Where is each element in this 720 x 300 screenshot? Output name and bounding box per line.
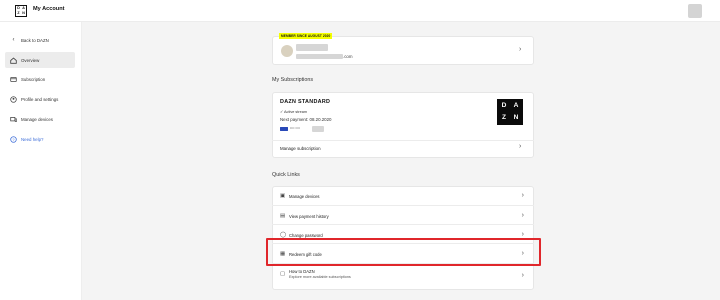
sidebar-item-devices[interactable]: Manage devices	[5, 111, 75, 127]
sidebar-item-profile[interactable]: Profile and settings	[5, 91, 75, 107]
sidebar-item-label: Back to DAZN	[21, 37, 49, 43]
quick-link-label: How to DAZN	[289, 269, 315, 274]
help-icon: ?	[10, 135, 17, 143]
quick-link-how-to-dazn[interactable]: ▢ How to DAZN Explore more available sub…	[272, 263, 534, 289]
member-since-badge: MEMBER SINCE AUGUST 2020	[279, 33, 333, 39]
quick-link-redeem-gift-code[interactable]: ▦ Redeem gift code ›	[272, 243, 534, 265]
visa-card-icon	[280, 127, 288, 131]
plan-name: DAZN STANDARD	[280, 99, 331, 105]
redacted-email	[296, 54, 343, 59]
top-bar: D A Z N My Account	[0, 0, 720, 22]
sidebar-item-label: Overview	[21, 57, 40, 63]
logo-letter: N	[513, 114, 519, 121]
manage-subscription-link[interactable]: Manage subscription	[280, 146, 321, 151]
status-badge: ✓ Active stream	[280, 110, 308, 114]
tv-icon: ▢	[280, 271, 286, 277]
redacted-card	[312, 126, 324, 132]
subscriptions-title: My Subscriptions	[272, 77, 314, 83]
receipt-icon: ▤	[280, 213, 286, 219]
logo-letter: D	[501, 102, 507, 109]
chevron-right-icon: ›	[521, 250, 524, 257]
devices-icon: ▣	[280, 193, 286, 199]
chevron-right-icon: ›	[519, 46, 522, 53]
devices-icon	[10, 116, 17, 123]
email-suffix: .com	[343, 54, 353, 59]
sidebar-item-label: Need help?	[21, 136, 44, 142]
dazn-logo: D A Z N	[497, 99, 523, 125]
sidebar-item-label: Manage devices	[21, 116, 53, 122]
quick-link-label: Redeem gift code	[289, 252, 322, 257]
avatar	[281, 45, 293, 57]
quick-links-title: Quick Links	[272, 172, 300, 178]
chevron-right-icon: ›	[521, 231, 524, 238]
gift-icon: ▦	[280, 251, 286, 257]
dazn-logo[interactable]: D A Z N	[15, 5, 27, 17]
logo-letter: A	[513, 102, 519, 109]
sidebar-item-subscription[interactable]: Subscription	[5, 71, 75, 87]
svg-text:?: ?	[12, 137, 14, 141]
logo-letter: Z	[501, 114, 507, 121]
sidebar-item-help[interactable]: ? Need help?	[5, 131, 75, 147]
next-payment: Next payment: 08.20.2020	[280, 117, 332, 122]
quick-link-label: View payment history	[289, 214, 329, 219]
quick-link-label: Change password	[289, 233, 323, 238]
chevron-right-icon: ›	[519, 143, 522, 150]
lock-icon: ◯	[280, 232, 287, 238]
page-title: My Account	[33, 6, 65, 12]
chevron-right-icon: ›	[521, 212, 524, 219]
sidebar-item-label: Profile and settings	[21, 96, 59, 102]
logo-letter: N	[22, 11, 25, 15]
divider	[272, 140, 534, 141]
quick-link-sublabel: Explore more available subscriptions	[289, 275, 351, 279]
sidebar: ‹ Back to DAZN Overview Subscription Pro…	[0, 22, 82, 300]
redacted-name	[296, 44, 328, 51]
card-number: •••• ••••	[290, 126, 300, 130]
card-icon	[10, 76, 17, 83]
home-icon	[10, 56, 17, 64]
sidebar-item-overview[interactable]: Overview	[5, 52, 75, 68]
quick-link-label: Manage devices	[289, 194, 320, 199]
chevron-right-icon: ›	[521, 192, 524, 199]
chevron-right-icon: ›	[521, 272, 524, 279]
sidebar-item-label: Subscription	[21, 76, 46, 82]
sidebar-item-back[interactable]: ‹ Back to DAZN	[5, 32, 75, 48]
chevron-left-icon: ‹	[12, 37, 15, 43]
avatar[interactable]	[688, 4, 702, 18]
user-icon	[10, 95, 17, 103]
